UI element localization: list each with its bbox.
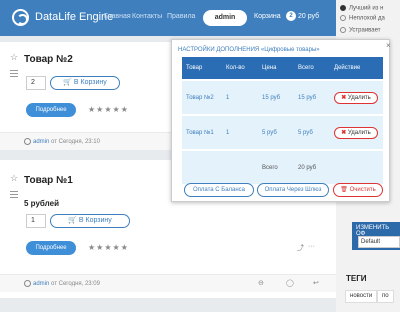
product-title[interactable]: Товар №2 [24, 54, 73, 65]
price-cell: 15 руб [258, 81, 294, 114]
nav-rules[interactable]: Правила [167, 13, 195, 20]
quantity-input[interactable]: 2 [26, 76, 46, 90]
rating-stars[interactable]: ★★★★★ [88, 243, 129, 252]
favorite-star-icon[interactable]: ☆ [10, 52, 18, 63]
product-title[interactable]: Товар №1 [24, 175, 73, 186]
menu-icon[interactable] [10, 191, 18, 198]
author-line: admin от Сегодня, 23:10 [24, 138, 100, 145]
tag-chip[interactable]: новости [345, 290, 378, 303]
pay-gateway-button[interactable]: Оплата Через Шлюз [257, 183, 329, 197]
total-cell: 15 руб [294, 81, 330, 114]
more-button[interactable]: Подробнее [26, 241, 76, 255]
logo-icon[interactable] [12, 9, 29, 26]
action-cell: ✖ Удалить [330, 81, 383, 114]
add-to-cart-button[interactable]: 🛒 В Корзину [50, 76, 120, 90]
table-header-row: Товар Кол-во Цена Всего Действие [182, 57, 383, 79]
clear-cart-button[interactable]: 🗑 Очистить [333, 183, 383, 197]
qty-cell: 1 [222, 81, 258, 114]
cart-icon: 🛒 [68, 217, 79, 224]
radio-icon[interactable] [340, 5, 346, 11]
reply-icon[interactable]: ↩ [313, 279, 319, 287]
price-cell: 5 руб [258, 116, 294, 149]
delete-icon: ✖ [341, 94, 348, 101]
cart-table: Товар Кол-во Цена Всего Действие Товар №… [182, 57, 383, 184]
share-icon[interactable]: ⤴ [297, 243, 304, 253]
tags-title: ТЕГИ [346, 274, 367, 283]
cart-link[interactable]: Корзина [254, 13, 281, 20]
table-row: Товар №1 1 5 руб 5 руб ✖ Удалить [182, 116, 383, 149]
cart-count-badge: 2 [286, 11, 296, 21]
delete-button[interactable]: ✖ Удалить [334, 91, 378, 104]
modal-title: НАСТРОЙКИ ДОПОЛНЕНИЯ «Цифровые товары» [178, 47, 320, 53]
qty-cell: 1 [222, 116, 258, 149]
product-cell[interactable]: Товар №1 [182, 116, 222, 149]
views-icon: ⊖ [258, 280, 264, 287]
poll-option-1[interactable]: Лучший из н [340, 5, 383, 12]
total-value: 20 руб [294, 151, 330, 184]
cart-icon: 🛒 [63, 79, 74, 86]
site-title[interactable]: DataLife Engine [35, 11, 113, 23]
column-header: Товар [182, 57, 222, 79]
more-button[interactable]: Подробнее [26, 103, 76, 117]
column-header: Действие [330, 57, 383, 79]
pay-balance-button[interactable]: Оплата С Баланса [184, 183, 254, 197]
favorite-star-icon[interactable]: ☆ [10, 173, 18, 184]
info-icon [24, 280, 31, 287]
poll-option-2[interactable]: Неплохой да [340, 15, 385, 22]
action-cell: ✖ Удалить [330, 116, 383, 149]
poll-option-3[interactable]: Устраивает [340, 27, 381, 34]
column-header: Цена [258, 57, 294, 79]
column-header: Кол-во [222, 57, 258, 79]
info-icon [24, 138, 31, 145]
more-dots-icon[interactable]: ··· [308, 243, 315, 250]
menu-icon[interactable] [10, 70, 18, 77]
nav-home[interactable]: Главная [104, 13, 131, 20]
column-header: Всего [294, 57, 330, 79]
login-button[interactable]: admin [203, 10, 247, 26]
delete-button[interactable]: ✖ Удалить [334, 126, 378, 139]
nav-contacts[interactable]: Контакты [132, 13, 162, 20]
add-to-cart-button[interactable]: 🛒 В Корзину [50, 214, 130, 228]
cart-total: 20 руб [298, 13, 320, 20]
table-row: Товар №2 1 15 руб 15 руб ✖ Удалить [182, 81, 383, 114]
total-cell: 5 руб [294, 116, 330, 149]
tag-chip[interactable]: по [377, 290, 394, 303]
delete-icon: ✖ [341, 129, 348, 136]
product-price: 5 рублей [24, 199, 59, 208]
trash-icon: 🗑 [340, 187, 350, 193]
product-cell[interactable]: Товар №2 [182, 81, 222, 114]
radio-icon[interactable] [340, 27, 346, 33]
style-select[interactable]: Default [358, 236, 400, 248]
author-line: admin от Сегодня, 23:09 [24, 280, 100, 287]
comments-icon[interactable]: ◯ [286, 279, 294, 287]
rating-stars[interactable]: ★★★★★ [88, 105, 129, 114]
close-icon[interactable]: × [386, 41, 391, 50]
quantity-input[interactable]: 1 [26, 214, 46, 228]
table-total-row: Всего 20 руб [182, 151, 383, 184]
radio-icon[interactable] [340, 15, 346, 21]
total-label: Всего [258, 151, 294, 184]
